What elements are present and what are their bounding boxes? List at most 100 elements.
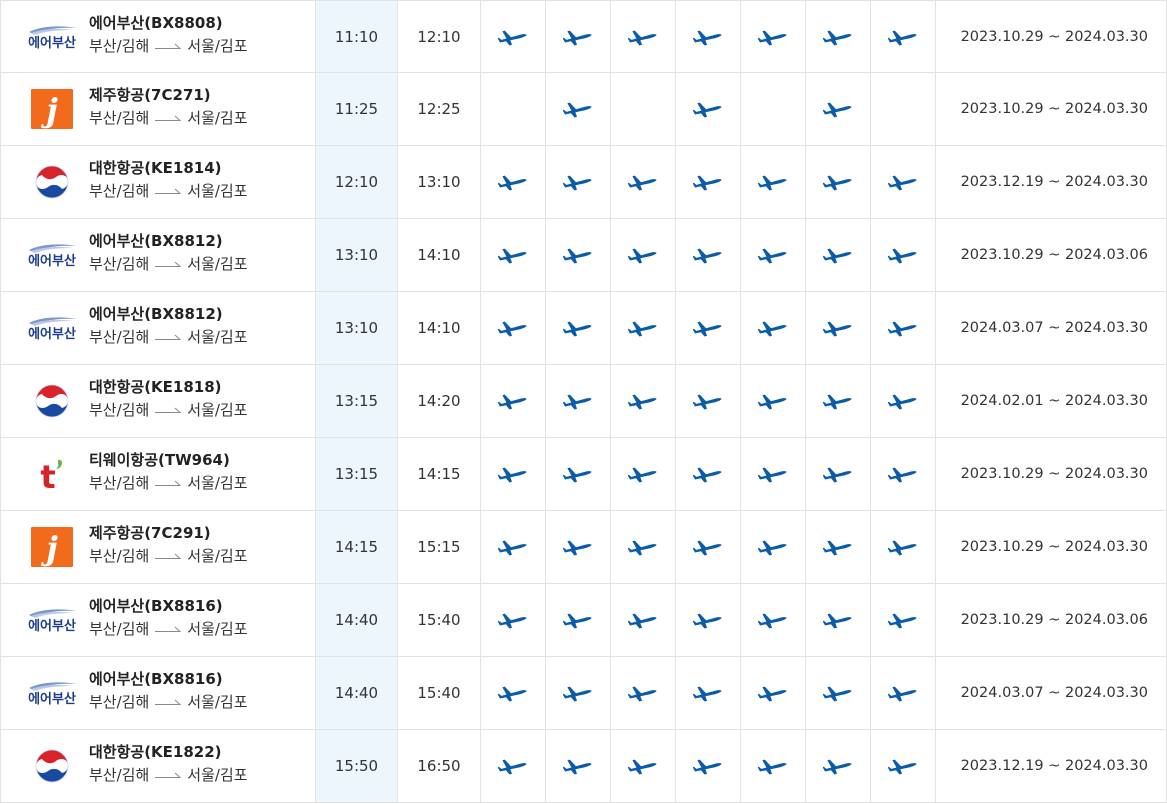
airplane-icon xyxy=(628,759,657,775)
route-origin: 부산/김해 xyxy=(89,474,150,492)
flight-row: 에어부산 에어부산(BX8812) 부산/김해 서울/김포 13:10 14:10 2023… xyxy=(0,219,1167,292)
route: 부산/김해 서울/김포 xyxy=(89,35,248,56)
route-destination: 서울/김포 xyxy=(187,693,248,711)
route: 부산/김해 서울/김포 xyxy=(89,691,248,712)
operating-day-cell xyxy=(871,438,936,510)
operating-day-cell xyxy=(546,73,611,145)
arrival-time: 14:20 xyxy=(398,365,481,437)
airplane-icon xyxy=(498,248,527,264)
operating-day-cell xyxy=(676,511,741,583)
operating-day-cell xyxy=(741,730,806,802)
airplane-icon xyxy=(888,175,917,191)
departure-time: 13:15 xyxy=(316,365,398,437)
airplane-icon xyxy=(563,248,592,264)
operating-period: 2023.12.19 ~ 2024.03.30 xyxy=(936,730,1167,802)
flight-row: 에어부산 에어부산(BX8812) 부산/김해 서울/김포 13:10 14:10 2024… xyxy=(0,292,1167,365)
route-origin: 부산/김해 xyxy=(89,255,150,273)
departure-time: 12:10 xyxy=(316,146,398,218)
operating-day-cell xyxy=(676,438,741,510)
departure-time: 14:40 xyxy=(316,657,398,729)
airplane-icon xyxy=(823,102,852,118)
operating-day-cell xyxy=(806,730,871,802)
departure-time: 14:40 xyxy=(316,584,398,656)
airline-cell: j 제주항공(7C291) 부산/김해 서울/김포 xyxy=(0,511,316,583)
tway-logo: t xyxy=(23,452,81,496)
svg-text:j: j xyxy=(40,91,58,129)
airplane-icon xyxy=(498,540,527,556)
airplane-icon xyxy=(563,394,592,410)
airplane-icon xyxy=(628,175,657,191)
airplane-icon xyxy=(823,613,852,629)
airplane-icon xyxy=(563,175,592,191)
long-arrow-right-icon xyxy=(155,480,182,486)
flight-name: 대한항공(KE1818) xyxy=(89,378,222,396)
operating-period: 2023.10.29 ~ 2024.03.06 xyxy=(936,584,1167,656)
flight-row: 에어부산 에어부산(BX8808) 부산/김해 서울/김포 11:10 12:10 2023… xyxy=(0,0,1167,73)
flight-row: 대한항공(KE1818) 부산/김해 서울/김포 13:15 14:20 2024.02.… xyxy=(0,365,1167,438)
airplane-icon xyxy=(563,613,592,629)
airline-cell: 에어부산 에어부산(BX8812) 부산/김해 서울/김포 xyxy=(0,219,316,291)
operating-day-cell xyxy=(806,219,871,291)
airplane-icon xyxy=(563,686,592,702)
airplane-icon xyxy=(758,394,787,410)
operating-period: 2023.10.29 ~ 2024.03.30 xyxy=(936,73,1167,145)
operating-day-cell xyxy=(741,438,806,510)
airplane-icon xyxy=(628,540,657,556)
route: 부산/김해 서울/김포 xyxy=(89,399,248,420)
koreanair-logo xyxy=(23,379,81,423)
airplane-icon xyxy=(758,686,787,702)
operating-day-cell xyxy=(546,657,611,729)
route: 부산/김해 서울/김포 xyxy=(89,253,248,274)
airbusan-logo: 에어부산 xyxy=(23,233,81,277)
airplane-icon xyxy=(823,175,852,191)
operating-day-cell xyxy=(546,584,611,656)
operating-day-cell xyxy=(871,219,936,291)
operating-day-cell xyxy=(611,73,676,145)
airplane-icon xyxy=(498,686,527,702)
svg-text:에어부산: 에어부산 xyxy=(28,691,76,707)
departure-time: 13:10 xyxy=(316,219,398,291)
jejuair-logo: j xyxy=(23,87,81,131)
airline-cell: 에어부산 에어부산(BX8808) 부산/김해 서울/김포 xyxy=(0,1,316,72)
airplane-icon xyxy=(693,321,722,337)
operating-day-cell xyxy=(806,1,871,72)
route-destination: 서울/김포 xyxy=(187,401,248,419)
departure-time: 14:15 xyxy=(316,511,398,583)
airplane-icon xyxy=(498,467,527,483)
long-arrow-right-icon xyxy=(155,553,182,559)
airplane-icon xyxy=(628,467,657,483)
airbusan-logo: 에어부산 xyxy=(23,15,81,59)
airplane-icon xyxy=(628,613,657,629)
operating-day-cell xyxy=(741,219,806,291)
flight-name: 에어부산(BX8816) xyxy=(89,670,223,688)
operating-day-cell xyxy=(546,1,611,72)
flight-name: 에어부산(BX8808) xyxy=(89,14,223,32)
koreanair-logo xyxy=(23,160,81,204)
operating-day-cell xyxy=(741,73,806,145)
flight-row: j 제주항공(7C291) 부산/김해 서울/김포 14:15 15:15 2023.10.… xyxy=(0,511,1167,584)
airplane-icon xyxy=(563,102,592,118)
airplane-icon xyxy=(693,613,722,629)
airplane-icon xyxy=(628,686,657,702)
flight-row: 에어부산 에어부산(BX8816) 부산/김해 서울/김포 14:40 15:40 2023… xyxy=(0,584,1167,657)
airplane-icon xyxy=(823,248,852,264)
operating-day-cell xyxy=(806,365,871,437)
route-destination: 서울/김포 xyxy=(187,255,248,273)
operating-day-cell xyxy=(546,146,611,218)
operating-day-cell xyxy=(676,657,741,729)
operating-day-cell xyxy=(611,730,676,802)
flight-name: 제주항공(7C291) xyxy=(89,524,211,542)
airplane-icon xyxy=(758,30,787,45)
airplane-icon xyxy=(823,30,852,45)
operating-day-cell xyxy=(676,146,741,218)
svg-text:에어부산: 에어부산 xyxy=(28,618,76,634)
operating-day-cell xyxy=(611,365,676,437)
airplane-icon xyxy=(693,175,722,191)
long-arrow-right-icon xyxy=(155,43,182,49)
route: 부산/김해 서울/김포 xyxy=(89,107,248,128)
airplane-icon xyxy=(888,540,917,556)
operating-day-cell xyxy=(676,1,741,72)
svg-text:에어부산: 에어부산 xyxy=(28,35,76,51)
route: 부산/김해 서울/김포 xyxy=(89,618,248,639)
route: 부산/김해 서울/김포 xyxy=(89,545,248,566)
